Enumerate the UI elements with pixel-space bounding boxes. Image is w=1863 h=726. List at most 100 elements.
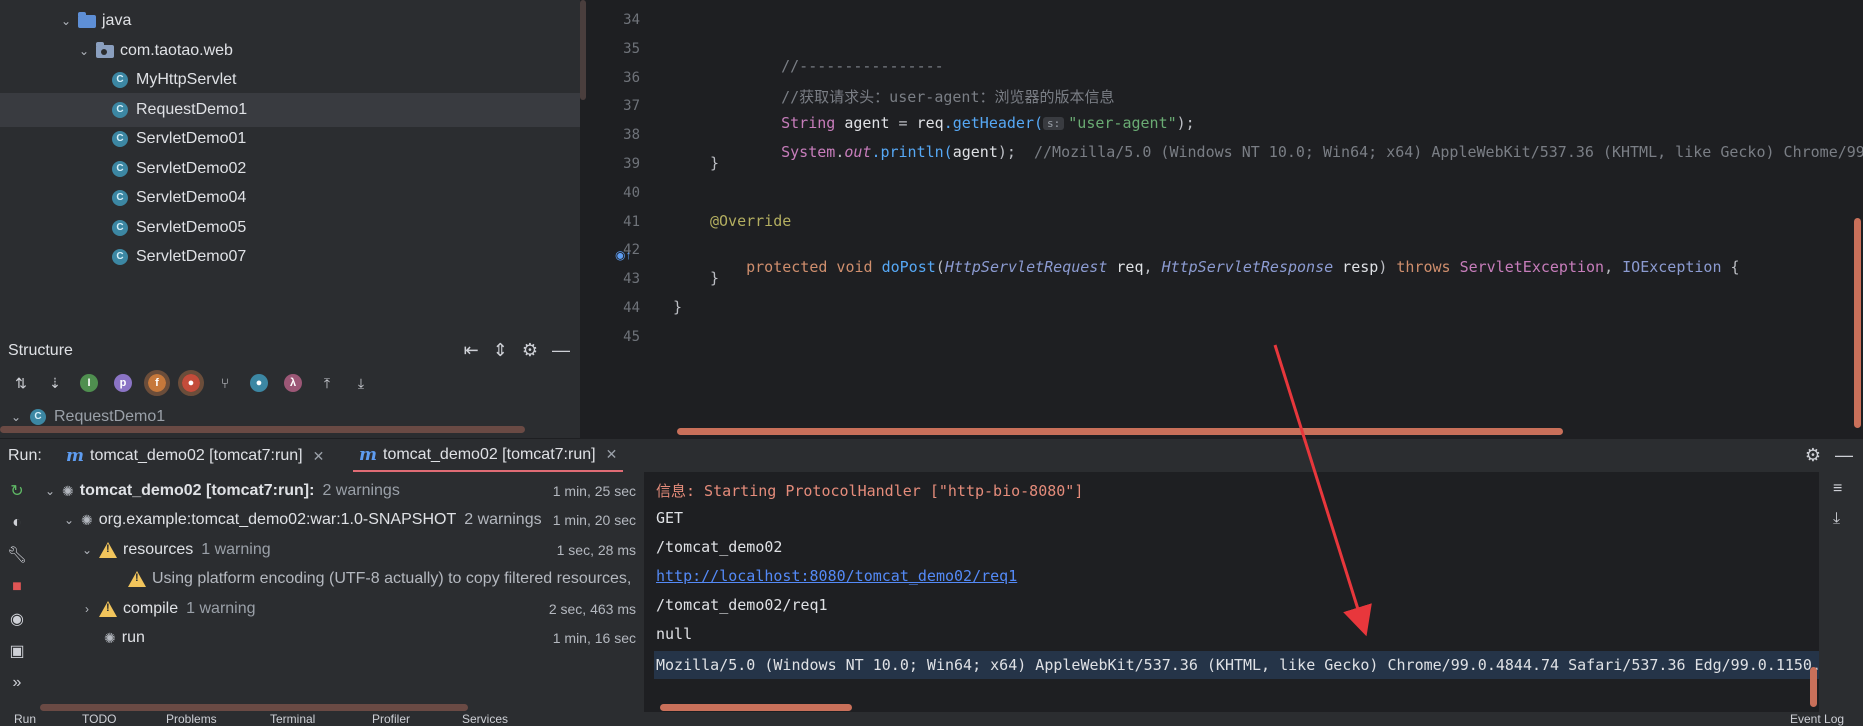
code-method: .println( (871, 143, 953, 161)
code-type: System (781, 143, 836, 161)
toolwindow-terminal[interactable]: Terminal (270, 712, 315, 726)
code-type: HttpServletResponse (1161, 258, 1334, 276)
run-tab[interactable]: m tomcat_demo02 [tomcat7:run] ✕ (60, 439, 330, 473)
warning-icon (99, 542, 117, 558)
show-properties-icon[interactable]: p (110, 370, 136, 396)
build-warnings: 2 warnings (464, 511, 542, 528)
more-icon[interactable]: » (6, 672, 28, 694)
minimize-icon[interactable]: — (552, 340, 570, 361)
class-icon: C (112, 249, 128, 265)
build-warnings: 1 warning (186, 600, 256, 617)
console-link[interactable]: http://localhost:8080/tomcat_demo02/req1 (656, 567, 1017, 585)
chevron-down-icon[interactable]: ⌄ (61, 513, 77, 527)
toolwindow-run[interactable]: Run (14, 712, 36, 726)
close-icon[interactable]: ✕ (313, 448, 325, 465)
run-tab-active[interactable]: m tomcat_demo02 [tomcat7:run] ✕ (353, 439, 624, 473)
align-icon[interactable]: ⇤ (464, 340, 479, 361)
build-tree-scrollbar[interactable] (40, 704, 468, 711)
show-fields-icon[interactable]: f (144, 370, 170, 396)
code-variable: agent (952, 143, 998, 161)
chevron-right-icon[interactable]: › (79, 602, 95, 616)
class-icon: C (112, 190, 128, 206)
scroll-to-end-icon[interactable]: ⤓ (1833, 510, 1840, 528)
tree-item-class[interactable]: C ServletDemo01 (0, 122, 580, 156)
code-brace: } (673, 298, 683, 316)
eye-icon[interactable]: ◉ (6, 608, 28, 630)
structure-scrollbar[interactable] (0, 426, 525, 433)
warning-icon (99, 601, 117, 617)
tree-item-class[interactable]: C MyHttpServlet (0, 63, 580, 97)
tree-item-label: ServletDemo04 (136, 189, 247, 206)
run-header-icons: ⚙ — (1805, 445, 1853, 466)
editor-horizontal-scrollbar[interactable] (677, 428, 1563, 435)
show-non-public-icon[interactable]: ● (178, 370, 204, 396)
line-number: 39 (623, 156, 640, 172)
tree-item-class[interactable]: C ServletDemo07 (0, 240, 580, 274)
code-brace: } (710, 154, 720, 172)
collapse-all-icon[interactable]: ⤓ (348, 370, 374, 396)
tree-item-label: com.taotao.web (120, 42, 233, 59)
soft-wrap-icon[interactable]: ≡ (1833, 480, 1842, 498)
chevron-down-icon[interactable]: ⌄ (58, 14, 74, 28)
class-icon: C (112, 220, 128, 236)
code-type: HttpServletRequest (944, 258, 1108, 276)
line-number: 38 (623, 127, 640, 143)
code-punct: , (1143, 258, 1162, 276)
code-brace: } (710, 269, 720, 287)
code-type: ServletException (1459, 258, 1605, 276)
build-label: org.example:tomcat_demo02:war:1.0-SNAPSH… (98, 511, 457, 528)
show-lambdas-icon[interactable]: ● (246, 370, 272, 396)
build-row[interactable]: ✺ run 1 min, 16 sec (34, 621, 644, 655)
chevron-down-icon[interactable]: ⌄ (42, 484, 58, 498)
line-number: 41 (623, 214, 640, 230)
code-punct: ) (1378, 258, 1397, 276)
collapse-icon[interactable]: ⇕ (493, 340, 508, 361)
toolwindow-profiler[interactable]: Profiler (372, 712, 410, 726)
chevron-down-icon[interactable]: ⌄ (76, 44, 92, 58)
toolwindow-services[interactable]: Services (462, 712, 508, 726)
toolwindow-problems[interactable]: Problems (166, 712, 217, 726)
tree-item-java[interactable]: ⌄ java (0, 4, 580, 38)
gear-icon[interactable]: ⚙ (522, 340, 538, 361)
run-tab-label: tomcat_demo02 [tomcat7:run] (90, 447, 303, 464)
close-icon[interactable]: ✕ (606, 446, 618, 463)
minimize-icon[interactable]: — (1835, 445, 1853, 466)
stop-icon[interactable]: ■ (6, 576, 28, 598)
sort-alpha-icon[interactable]: ⇣ (42, 370, 68, 396)
line-number: 34 (623, 12, 640, 28)
build-row[interactable]: ⌄ ✺ org.example:tomcat_demo02:war:1.0-SN… (34, 503, 644, 537)
rerun-icon[interactable]: ↻ (6, 480, 28, 502)
gear-icon[interactable]: ⚙ (1805, 445, 1821, 466)
tree-item-class[interactable]: C ServletDemo04 (0, 181, 580, 215)
console-line: /tomcat_demo02 (656, 538, 783, 556)
build-row[interactable]: Using platform encoding (UTF-8 actually)… (34, 562, 644, 596)
inherited-icon[interactable]: I (76, 370, 102, 396)
camera-icon[interactable]: ▣ (6, 640, 28, 662)
toolwindow-event-log[interactable]: Event Log (1790, 712, 1844, 726)
wrench-icon[interactable]: 🔧︎ (6, 544, 28, 566)
lambda-icon[interactable]: λ (280, 370, 306, 396)
line-number: 45 (623, 329, 640, 345)
console-line: null (656, 625, 693, 643)
sort-visibility-icon[interactable]: ⇅ (8, 370, 34, 396)
code-keyword: throws (1396, 258, 1460, 276)
show-anonymous-icon[interactable]: ⑂ (212, 370, 238, 396)
structure-item[interactable]: ⌄ C RequestDemo1 (8, 408, 165, 426)
structure-item-label: RequestDemo1 (54, 408, 166, 425)
editor-vertical-scrollbar[interactable] (1854, 218, 1861, 428)
project-tree-panel: ⌄ java ⌄ com.taotao.web C MyHttpServlet … (0, 0, 580, 330)
console-vertical-scrollbar[interactable] (1810, 667, 1817, 707)
toolwindow-todo[interactable]: TODO (82, 712, 116, 726)
build-label: run (121, 629, 145, 646)
toggle-view-icon[interactable]: ◐ (6, 512, 28, 534)
run-tab-bar: Run: m tomcat_demo02 [tomcat7:run] ✕ m t… (0, 438, 1863, 473)
override-marker-icon[interactable]: ◉↑ (615, 248, 631, 262)
console-scrollbar[interactable] (660, 704, 852, 711)
line-number: 37 (623, 98, 640, 114)
expand-all-icon[interactable]: ⤒ (314, 370, 340, 396)
chevron-down-icon[interactable]: ⌄ (8, 410, 24, 424)
folder-icon (78, 11, 96, 28)
console-output[interactable]: 信息: Starting ProtocolHandler ["http-bio-… (644, 472, 1819, 712)
code-editor[interactable]: 34 35 36 37 38 39 40 41 42 43 44 45 ◉↑ /… (580, 0, 1863, 438)
chevron-down-icon[interactable]: ⌄ (79, 543, 95, 557)
